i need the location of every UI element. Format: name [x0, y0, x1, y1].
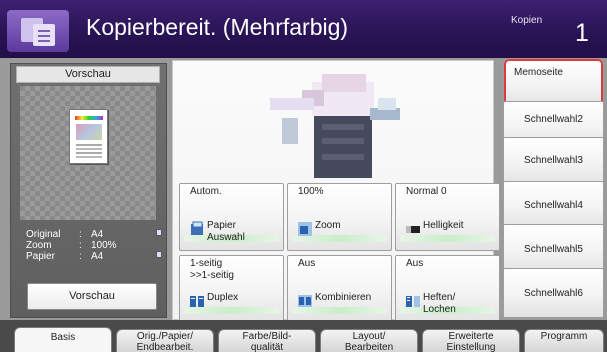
quick-select-6-button[interactable]: Schnellwahl6 — [503, 268, 604, 318]
staple-icon — [406, 296, 420, 307]
tab-advanced-settings[interactable]: Erweiterte Einstellung — [422, 329, 520, 352]
status-title: Kopierbereit. (Mehrfarbig) — [86, 14, 349, 40]
combine-icon — [298, 295, 312, 307]
preview-button[interactable]: Vorschau — [27, 283, 157, 310]
info-row-paper: Papier : A4 — [16, 251, 162, 262]
paper-tray-icon — [156, 251, 162, 258]
staple-punch-button[interactable]: Aus Heften/ Lochen — [395, 255, 500, 323]
header-bar: Kopierbereit. (Mehrfarbig) Kopien 1 — [0, 0, 607, 58]
tab-basis[interactable]: Basis — [14, 327, 112, 352]
preview-area — [20, 86, 156, 220]
copy-app-icon — [7, 10, 69, 52]
preview-header: Vorschau — [16, 66, 160, 83]
page-icon — [156, 229, 162, 236]
quick-select-5-button[interactable]: Schnellwahl5 — [503, 224, 604, 274]
document-info: Original : A4 Zoom : 100% Papier : A4 — [16, 229, 162, 262]
paper-selection-button[interactable]: Autom. Papier Auswahl — [179, 183, 284, 251]
tab-layout-edit[interactable]: Layout/ Bearbeiten — [320, 329, 418, 352]
zoom-button[interactable]: 100% Zoom — [287, 183, 392, 251]
duplex-icon — [190, 296, 204, 307]
combine-button[interactable]: Aus Kombinieren — [287, 255, 392, 323]
density-icon — [406, 226, 420, 233]
duplex-button[interactable]: 1-seitig >>1-seitig Duplex — [179, 255, 284, 323]
info-row-zoom: Zoom : 100% — [26, 240, 117, 251]
copies-count[interactable]: 1 — [575, 18, 589, 48]
paper-icon — [191, 221, 203, 235]
zoom-icon — [298, 222, 312, 236]
quick-select-3-button[interactable]: Schnellwahl3 — [503, 137, 604, 187]
tab-original-paper-finishing[interactable]: Orig./Papier/ Endbearbeit. — [116, 329, 214, 352]
info-row-original: Original : A4 — [16, 229, 162, 240]
density-button[interactable]: Normal 0 Helligkeit — [395, 183, 500, 251]
tab-color-image-quality[interactable]: Farbe/Bild- qualität — [218, 329, 316, 352]
copies-label: Kopien — [511, 15, 543, 26]
tab-program[interactable]: Programm — [524, 329, 604, 352]
printer-illustration-icon — [270, 74, 400, 178]
document-thumbnail — [69, 109, 108, 164]
